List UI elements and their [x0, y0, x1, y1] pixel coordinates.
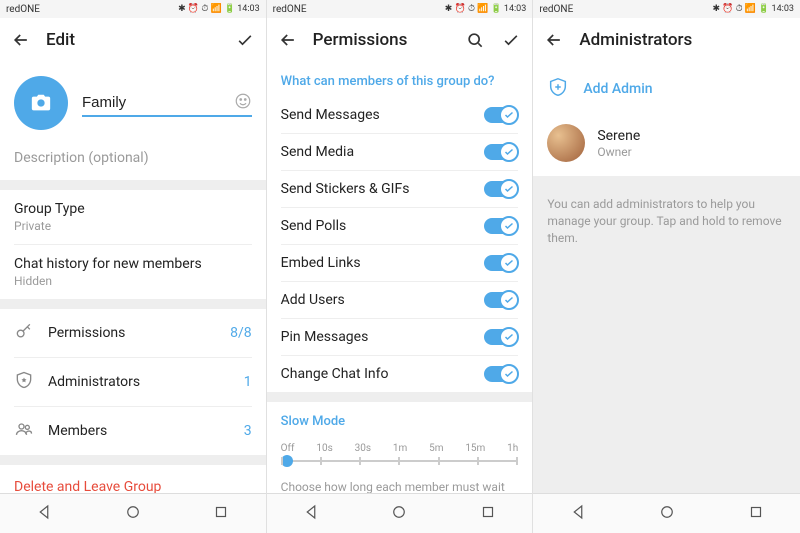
slow-mode-desc: Choose how long each member must wait be… [267, 480, 533, 493]
section-title: What can members of this group do? [267, 62, 533, 97]
page-title: Edit [46, 30, 220, 50]
toggle-on[interactable] [484, 366, 518, 382]
add-admin-button[interactable]: Add Admin [533, 62, 800, 116]
perm-row[interactable]: Change Chat Info [267, 356, 533, 392]
header: Permissions [267, 18, 533, 62]
perm-label: Send Polls [281, 218, 347, 234]
perm-row[interactable]: Add Users [267, 282, 533, 318]
status-icons: ✱ ⏰ ⏱ 📶 🔋14:03 [178, 4, 260, 14]
header: Administrators [533, 18, 800, 62]
toggle-on[interactable] [484, 329, 518, 345]
help-text: You can add administrators to help you m… [533, 186, 800, 256]
nav-back-icon[interactable] [35, 503, 53, 525]
shield-star-icon [14, 370, 34, 394]
toggle-on[interactable] [484, 107, 518, 123]
administrators-panel: redONE ✱ ⏰ ⏱ 📶 🔋14:03 Administrators Add… [533, 0, 800, 533]
page-title: Permissions [313, 30, 451, 50]
perm-row[interactable]: Send Media [267, 134, 533, 170]
carrier: redONE [6, 4, 40, 15]
status-bar: redONE ✱ ⏰ ⏱ 📶 🔋14:03 [267, 0, 533, 18]
perm-row[interactable]: Pin Messages [267, 319, 533, 355]
check-icon[interactable] [500, 29, 522, 51]
edit-panel: redONE ✱ ⏰ ⏱ 📶 🔋14:03 Edit Description (… [0, 0, 267, 533]
nav-recent-icon[interactable] [212, 503, 230, 525]
header: Edit [0, 18, 266, 62]
nav-back-icon[interactable] [569, 503, 587, 525]
nav-home-icon[interactable] [658, 503, 676, 525]
emoji-icon[interactable] [234, 92, 252, 114]
perm-label: Pin Messages [281, 329, 369, 345]
nav-recent-icon[interactable] [747, 503, 765, 525]
back-icon[interactable] [543, 29, 565, 51]
status-bar: redONE ✱ ⏰ ⏱ 📶 🔋14:03 [0, 0, 266, 18]
toggle-on[interactable] [484, 181, 518, 197]
chat-history-row[interactable]: Chat history for new membersHidden [0, 245, 266, 299]
perm-label: Send Stickers & GIFs [281, 181, 410, 197]
back-icon[interactable] [277, 29, 299, 51]
members-row[interactable]: Members 3 [0, 407, 266, 455]
permissions-panel: redONE ✱ ⏰ ⏱ 📶 🔋14:03 Permissions What c… [267, 0, 534, 533]
members-icon [14, 419, 34, 443]
perm-label: Add Users [281, 292, 345, 308]
delete-leave-button[interactable]: Delete and Leave Group [0, 465, 266, 493]
nav-recent-icon[interactable] [479, 503, 497, 525]
group-type-row[interactable]: Group TypePrivate [0, 190, 266, 244]
slow-mode-ticks: Off10s30s1m5m15m1h [267, 437, 533, 454]
avatar [547, 124, 585, 162]
perm-label: Send Media [281, 144, 354, 160]
nav-bar [533, 493, 800, 533]
back-icon[interactable] [10, 29, 32, 51]
administrators-row[interactable]: Administrators 1 [0, 358, 266, 406]
toggle-on[interactable] [484, 255, 518, 271]
perm-row[interactable]: Send Polls [267, 208, 533, 244]
status-bar: redONE ✱ ⏰ ⏱ 📶 🔋14:03 [533, 0, 800, 18]
shield-plus-icon [547, 76, 569, 102]
group-name-input[interactable] [82, 90, 252, 117]
perm-label: Send Messages [281, 107, 380, 123]
perm-label: Embed Links [281, 255, 361, 271]
toggle-on[interactable] [484, 218, 518, 234]
slow-mode-label: Slow Mode [267, 402, 533, 437]
description-input[interactable]: Description (optional) [0, 140, 266, 180]
group-photo-button[interactable] [14, 76, 68, 130]
admin-name: Serene [597, 128, 640, 144]
perm-label: Change Chat Info [281, 366, 389, 382]
key-icon [14, 321, 34, 345]
nav-bar [267, 493, 533, 533]
toggle-on[interactable] [484, 292, 518, 308]
admin-role: Owner [597, 145, 640, 159]
perm-row[interactable]: Send Stickers & GIFs [267, 171, 533, 207]
perm-row[interactable]: Embed Links [267, 245, 533, 281]
toggle-on[interactable] [484, 144, 518, 160]
admin-row[interactable]: Serene Owner [533, 116, 800, 176]
nav-home-icon[interactable] [124, 503, 142, 525]
perm-row[interactable]: Send Messages [267, 97, 533, 133]
permissions-row[interactable]: Permissions 8/8 [0, 309, 266, 357]
slow-mode-slider[interactable] [267, 454, 533, 480]
nav-back-icon[interactable] [302, 503, 320, 525]
search-icon[interactable] [464, 29, 486, 51]
page-title: Administrators [579, 30, 790, 50]
nav-bar [0, 493, 266, 533]
nav-home-icon[interactable] [390, 503, 408, 525]
check-icon[interactable] [234, 29, 256, 51]
